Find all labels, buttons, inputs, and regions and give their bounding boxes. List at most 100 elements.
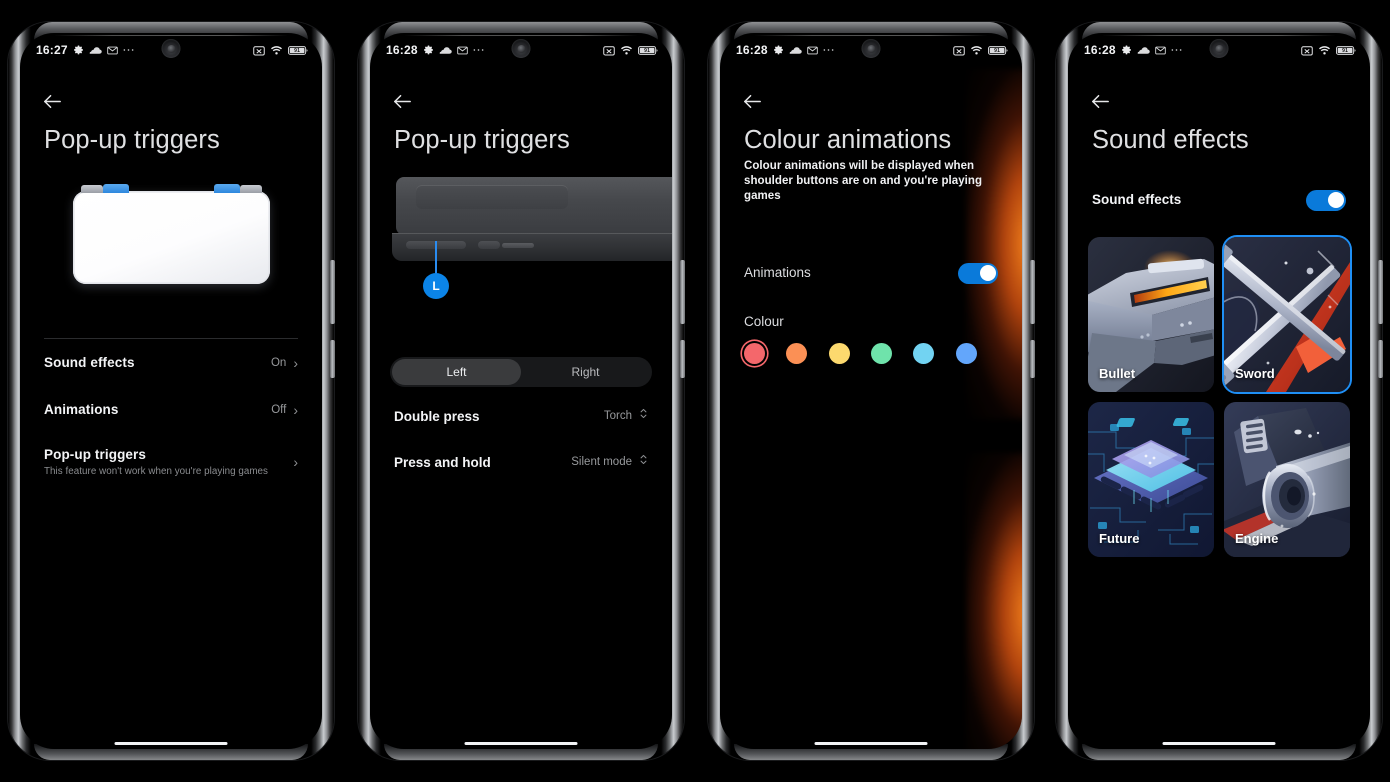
row-label: Sound effects [1092, 192, 1182, 207]
colour-animations-page: Colour animations Colour animations will… [720, 81, 1022, 749]
segment-left[interactable]: Left [392, 359, 521, 385]
no-screenshot-icon [253, 45, 265, 56]
chevron-right-icon: › [293, 401, 298, 418]
more-icon [1171, 48, 1182, 52]
swatch-cyan[interactable] [913, 343, 935, 364]
svg-text:91: 91 [294, 48, 300, 54]
trigger-left [102, 184, 129, 193]
row-value: On [270, 356, 287, 369]
sound-effect-tile-grid: Bullet Sword Future Engine [1068, 223, 1370, 557]
status-time: 16:28 [1084, 43, 1116, 57]
swatch-green[interactable] [870, 343, 892, 364]
row-title: Sound effects [44, 355, 135, 370]
row-popup-triggers[interactable]: Pop-up triggers This feature won't work … [20, 433, 322, 491]
cloud-icon [89, 46, 102, 55]
status-time: 16:28 [736, 43, 768, 57]
row-double-press[interactable]: Double press Torch [370, 393, 672, 439]
status-time: 16:27 [36, 43, 68, 57]
volume-button[interactable] [1378, 260, 1383, 324]
volume-button[interactable] [680, 260, 685, 324]
wifi-icon [1318, 45, 1331, 56]
gear-icon [1121, 45, 1132, 56]
svg-text:91: 91 [644, 48, 650, 54]
back-button[interactable] [380, 81, 424, 121]
page-title: Pop-up triggers [44, 126, 220, 154]
phone-1-screen: 16:27 91 Pop-up triggers Sound effects O… [20, 33, 322, 749]
volume-button[interactable] [330, 260, 335, 324]
swatch-red[interactable] [744, 343, 765, 364]
page-title: Sound effects [1092, 126, 1249, 154]
mail-icon [456, 46, 468, 55]
battery-icon: 91 [1336, 45, 1356, 56]
sound-effects-toggle[interactable] [1306, 189, 1346, 211]
row-sound-effects[interactable]: Sound effects On › [20, 339, 322, 386]
chevron-updown-icon [639, 453, 648, 469]
phone-edge-illustration: L [370, 155, 672, 351]
tile-label: Sword [1235, 366, 1275, 381]
tile-sword[interactable]: Sword [1222, 235, 1352, 394]
swatch-orange[interactable] [786, 343, 808, 364]
power-button[interactable] [1378, 340, 1383, 378]
row-value: Off [271, 403, 287, 416]
cloud-icon [1137, 46, 1150, 55]
phone-4: 16:28 91 Sound effects Sound effects Bul… [1056, 22, 1383, 760]
trigger-right [213, 184, 240, 193]
power-button[interactable] [330, 340, 335, 378]
mail-icon [806, 46, 818, 55]
camera-island [416, 185, 568, 209]
chevron-right-icon: › [293, 354, 298, 371]
sound-effects-page: Sound effects Sound effects Bullet Sword… [1068, 81, 1370, 749]
tile-label: Future [1099, 531, 1140, 546]
animations-toggle[interactable] [958, 262, 998, 284]
row-press-and-hold[interactable]: Press and hold Silent mode [370, 439, 672, 485]
swatch-yellow[interactable] [828, 343, 850, 364]
phone-1: 16:27 91 Pop-up triggers Sound effects O… [8, 22, 335, 760]
no-screenshot-icon [603, 45, 615, 56]
row-animations-toggle[interactable]: Animations [720, 250, 1022, 296]
home-indicator[interactable] [1162, 741, 1276, 745]
popup-triggers-parent-page: Pop-up triggers Sound effects On › Anima… [20, 81, 322, 749]
home-indicator[interactable] [114, 741, 228, 745]
wifi-icon [970, 45, 983, 56]
row-animations[interactable]: Animations Off › [20, 386, 322, 433]
swatch-blue[interactable] [955, 343, 977, 364]
trigger-side-segmented-control[interactable]: Left Right [390, 357, 652, 387]
row-title: Animations [44, 402, 119, 417]
mail-icon [106, 46, 118, 55]
mail-icon [1154, 46, 1166, 55]
power-button[interactable] [680, 340, 685, 378]
status-bar: 16:28 91 [720, 33, 1022, 67]
back-button[interactable] [30, 81, 74, 121]
landscape-phone-graphic [72, 184, 270, 284]
row-sound-effects-toggle[interactable]: Sound effects [1068, 177, 1370, 223]
tile-engine[interactable]: Engine [1224, 402, 1350, 557]
row-description: This feature won't work when you're play… [44, 465, 269, 477]
row-value: Torch [603, 410, 632, 422]
phone-3: 16:28 91 Colour animations Colour animat… [708, 22, 1035, 760]
power-button[interactable] [1030, 340, 1035, 378]
tile-label: Bullet [1099, 366, 1136, 381]
toggle-knob [979, 265, 996, 281]
page-title: Colour animations [744, 126, 952, 154]
volume-button[interactable] [1030, 260, 1035, 324]
status-bar: 16:28 91 [1068, 33, 1370, 67]
no-screenshot-icon [953, 45, 965, 56]
cloud-icon [439, 46, 452, 55]
tile-future[interactable]: Future [1088, 402, 1214, 557]
home-indicator[interactable] [464, 741, 578, 745]
shoulder-right [239, 185, 262, 193]
page-title: Pop-up triggers [394, 126, 570, 154]
front-camera [861, 39, 881, 58]
toggle-knob [1327, 192, 1344, 208]
home-indicator[interactable] [814, 741, 928, 745]
phone-3-screen: 16:28 91 Colour animations Colour animat… [720, 33, 1022, 749]
tile-bullet[interactable]: Bullet [1088, 237, 1214, 392]
back-button[interactable] [1078, 81, 1122, 121]
no-screenshot-icon [1301, 45, 1313, 56]
gear-icon [73, 45, 84, 56]
back-button[interactable] [730, 81, 774, 121]
segment-right[interactable]: Right [521, 359, 650, 385]
svg-text:91: 91 [1342, 48, 1348, 54]
more-icon [123, 48, 134, 52]
shoulder-left [80, 185, 103, 193]
